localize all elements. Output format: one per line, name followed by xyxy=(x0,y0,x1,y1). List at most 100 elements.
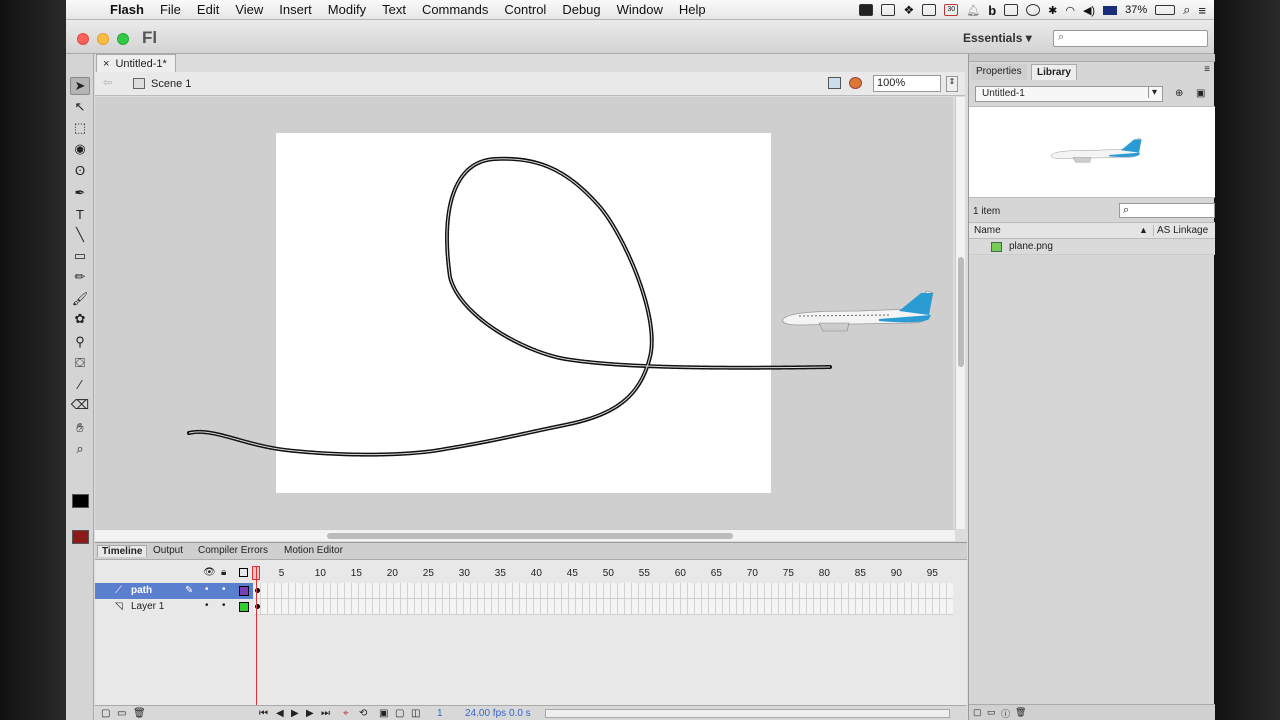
eyedropper-tool-icon[interactable]: ⁄ xyxy=(70,375,90,393)
deco-tool-icon[interactable]: ✿ xyxy=(70,310,90,328)
pin-library-icon[interactable]: ⊕ xyxy=(1175,88,1183,99)
delete-layer-icon[interactable]: 🗑︎ xyxy=(133,708,146,719)
lock-all-icon[interactable]: 🔒︎ xyxy=(221,567,226,578)
menu-debug[interactable]: Debug xyxy=(554,2,608,17)
zoom-tool-icon[interactable]: ⌕ xyxy=(70,440,90,458)
layer-row-path[interactable]: ⟋ path ✎ • • xyxy=(95,583,953,599)
new-library-panel-icon[interactable]: ▣ xyxy=(1196,88,1205,99)
document-tab[interactable]: × Untitled-1* xyxy=(96,54,176,72)
tab-compiler-errors[interactable]: Compiler Errors xyxy=(194,545,272,556)
scene-label[interactable]: Scene 1 xyxy=(151,78,191,90)
close-tab-icon[interactable]: × xyxy=(103,58,109,70)
facetime-icon[interactable] xyxy=(881,4,896,16)
horizontal-scrollbar[interactable] xyxy=(95,529,955,541)
play-icon[interactable]: ▶︎ xyxy=(291,708,299,719)
calendar-icon[interactable]: 30 xyxy=(944,4,959,16)
dropbox-icon[interactable]: ❖ xyxy=(903,3,914,17)
panel-dock-grip[interactable] xyxy=(969,54,1215,62)
new-layer-icon[interactable]: ▢ xyxy=(101,708,110,719)
horizontal-scroll-thumb[interactable] xyxy=(327,533,733,539)
show-hide-all-icon[interactable]: 👁︎ xyxy=(203,567,216,578)
pencil-tool-icon[interactable]: ✏ xyxy=(70,268,90,286)
eraser-tool-icon[interactable]: ⌫ xyxy=(70,396,90,414)
app-icon[interactable] xyxy=(922,4,937,16)
new-folder-icon[interactable]: ▭ xyxy=(117,708,126,719)
tab-library[interactable]: Library xyxy=(1031,64,1077,80)
tab-output[interactable]: Output xyxy=(149,545,187,556)
volume-icon[interactable]: ◀) xyxy=(1083,4,1095,17)
goto-first-frame-icon[interactable]: ⏮︎ xyxy=(259,708,268,719)
zoom-window-button[interactable] xyxy=(117,33,129,45)
step-back-icon[interactable]: ◀︎ xyxy=(276,708,284,719)
flag-icon[interactable] xyxy=(1103,5,1118,15)
airplay-icon[interactable] xyxy=(1004,4,1019,16)
edit-multiple-frames-icon[interactable]: ◫ xyxy=(411,708,420,719)
new-symbol-icon[interactable]: ▢ xyxy=(973,707,982,718)
column-name[interactable]: Name xyxy=(974,225,1001,236)
spotlight-icon[interactable]: ⌕ xyxy=(1183,2,1190,18)
menu-window[interactable]: Window xyxy=(609,2,671,17)
library-search-input[interactable]: ⌕ xyxy=(1119,203,1215,218)
menu-edit[interactable]: Edit xyxy=(189,2,227,17)
line-tool-icon[interactable]: ╲ xyxy=(70,226,90,244)
hand-tool-icon[interactable]: ✋︎ xyxy=(70,419,90,437)
sort-icon[interactable]: ▲ xyxy=(1139,225,1148,235)
rectangle-tool-icon[interactable]: ▭ xyxy=(70,247,90,265)
outline-all-icon[interactable] xyxy=(239,568,248,577)
library-item[interactable]: plane.png xyxy=(969,239,1215,255)
elapsed-time[interactable]: 0.0 s xyxy=(509,708,531,719)
current-frame[interactable]: 1 xyxy=(437,708,443,719)
bone-tool-icon[interactable]: ⚲ xyxy=(70,333,90,351)
visible-dot[interactable]: • xyxy=(205,584,209,595)
notification-center-icon[interactable]: ≡ xyxy=(1198,3,1206,18)
layer-name-cell[interactable]: ◹ Layer 1 • • xyxy=(95,599,253,615)
timeline-hscroll[interactable] xyxy=(545,709,950,718)
onion-skin-icon[interactable]: ▣ xyxy=(379,708,388,719)
menu-app[interactable]: Flash xyxy=(102,2,152,17)
edit-scene-icon[interactable] xyxy=(828,77,841,89)
tab-motion-editor[interactable]: Motion Editor xyxy=(280,545,347,556)
center-frame-icon[interactable]: ⌖ xyxy=(343,708,349,719)
menu-file[interactable]: File xyxy=(152,2,189,17)
layer-row-layer-1[interactable]: ◹ Layer 1 • • xyxy=(95,599,953,615)
fill-color-swatch[interactable] xyxy=(72,530,89,544)
menu-modify[interactable]: Modify xyxy=(320,2,374,17)
panel-menu-icon[interactable]: ≡ xyxy=(1204,64,1210,75)
stroke-color-swatch[interactable] xyxy=(72,494,89,508)
free-transform-tool-icon[interactable]: ⬚ xyxy=(70,119,90,137)
new-folder-icon[interactable]: ▭ xyxy=(987,707,996,718)
column-as-linkage[interactable]: AS Linkage xyxy=(1153,225,1208,236)
battery-icon[interactable] xyxy=(1155,5,1176,15)
brush-tool-icon[interactable]: 🖌︎ xyxy=(70,290,90,308)
layer-name-cell[interactable]: ⟋ path ✎ • • xyxy=(95,583,253,599)
tab-properties[interactable]: Properties xyxy=(971,64,1027,80)
layer-color-swatch[interactable] xyxy=(239,602,249,612)
menu-commands[interactable]: Commands xyxy=(414,2,496,17)
properties-icon[interactable]: ⓘ xyxy=(1001,707,1010,720)
layer-color-swatch[interactable] xyxy=(239,586,249,596)
vertical-scrollbar[interactable] xyxy=(955,97,965,529)
b-icon[interactable]: b xyxy=(988,3,996,18)
bluetooth-icon[interactable]: ✱ xyxy=(1048,4,1057,17)
lock-dot[interactable]: • xyxy=(222,600,226,611)
loop-icon[interactable]: ⟲ xyxy=(359,708,367,719)
goto-last-frame-icon[interactable]: ⏭︎ xyxy=(321,708,330,719)
zoom-input[interactable]: 100% xyxy=(873,75,941,92)
lasso-tool-icon[interactable]: ʘ xyxy=(70,161,90,179)
menu-control[interactable]: Control xyxy=(496,2,554,17)
wifi-icon[interactable]: ◠ xyxy=(1065,4,1075,17)
selection-tool-icon[interactable]: ➤ xyxy=(70,77,90,95)
menu-view[interactable]: View xyxy=(227,2,271,17)
edit-symbol-icon[interactable] xyxy=(849,77,862,89)
motion-guide-path[interactable] xyxy=(187,156,832,457)
3d-rotation-tool-icon[interactable]: ◉ xyxy=(70,140,90,158)
time-machine-icon[interactable] xyxy=(1026,4,1041,16)
screen-record-icon[interactable] xyxy=(859,4,874,16)
help-search-input[interactable]: ⌕ xyxy=(1053,30,1208,47)
frame-track[interactable] xyxy=(254,583,953,599)
menu-text[interactable]: Text xyxy=(374,2,414,17)
zoom-stepper-icon[interactable]: ⇕ xyxy=(946,76,958,92)
pen-tool-icon[interactable]: ✒ xyxy=(70,184,90,202)
pasteboard[interactable] xyxy=(95,97,953,529)
menu-insert[interactable]: Insert xyxy=(271,2,320,17)
